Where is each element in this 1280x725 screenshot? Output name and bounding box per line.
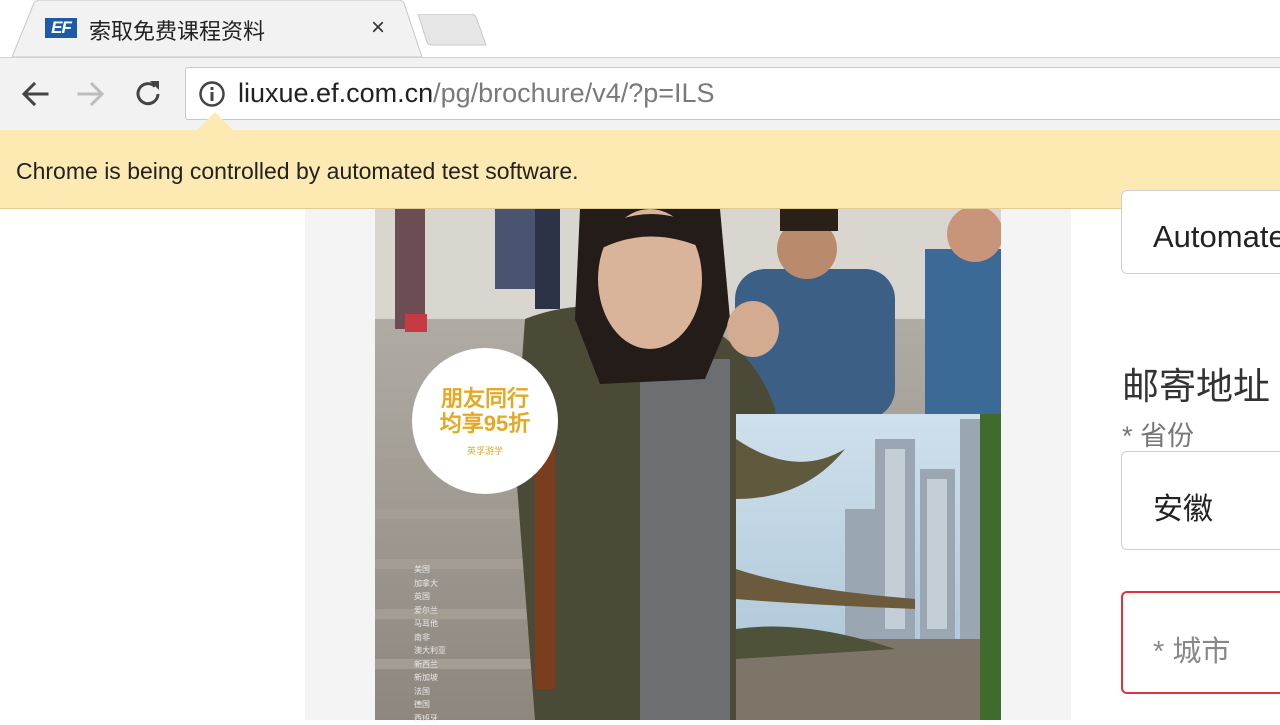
mailing-address-heading: 邮寄地址 bbox=[1122, 356, 1270, 410]
country-item: 新加坡 bbox=[414, 671, 464, 685]
address-bar[interactable]: liuxue.ef.com.cn/pg/brochure/v4/?p=ILS bbox=[185, 67, 1280, 120]
badge-line-1: 朋友同行 bbox=[412, 386, 558, 411]
country-item: 英国 bbox=[414, 590, 464, 604]
tab-title: 索取免费课程资料 bbox=[89, 14, 265, 46]
forward-arrow-icon[interactable] bbox=[73, 76, 109, 112]
infobar-message: Chrome is being controlled by automated … bbox=[16, 158, 579, 185]
tab-close-icon[interactable]: × bbox=[364, 14, 392, 42]
country-item: 澳大利亚 bbox=[414, 644, 464, 658]
badge-small-text: 英孚游学 bbox=[412, 444, 558, 457]
country-list: 美国 加拿大 英国 爱尔兰 马耳他 南非 澳大利亚 新西兰 新加坡 法国 德国 … bbox=[414, 563, 464, 725]
discount-badge: 朋友同行 均享95折 英孚游学 bbox=[412, 348, 558, 494]
url-text[interactable]: liuxue.ef.com.cn/pg/brochure/v4/?p=ILS bbox=[238, 78, 715, 109]
new-tab-button[interactable] bbox=[416, 14, 488, 46]
country-item: 爱尔兰 bbox=[414, 604, 464, 618]
site-info-icon[interactable] bbox=[198, 80, 226, 108]
reload-icon[interactable] bbox=[130, 76, 166, 112]
infobar-pointer bbox=[197, 112, 233, 130]
country-item: 法国 bbox=[414, 685, 464, 699]
country-item: 加拿大 bbox=[414, 577, 464, 591]
country-item: 美国 bbox=[414, 563, 464, 577]
country-item: 德国 bbox=[414, 698, 464, 712]
province-label: * 省份 bbox=[1122, 414, 1194, 453]
country-item: 新西兰 bbox=[414, 658, 464, 672]
city-input[interactable]: * 城市 bbox=[1121, 591, 1280, 694]
country-item: 马耳他 bbox=[414, 617, 464, 631]
browser-tab[interactable]: EF 索取免费课程资料 × bbox=[12, 0, 422, 57]
province-select[interactable]: 安徽 bbox=[1121, 451, 1280, 550]
url-host: liuxue.ef.com.cn bbox=[238, 78, 433, 108]
province-select-value: 安徽 bbox=[1153, 484, 1213, 528]
browser-toolbar: liuxue.ef.com.cn/pg/brochure/v4/?p=ILS bbox=[0, 57, 1280, 130]
automation-infobar: Chrome is being controlled by automated … bbox=[0, 130, 1280, 209]
ef-favicon-icon: EF bbox=[45, 18, 77, 38]
city-input-placeholder: * 城市 bbox=[1153, 628, 1230, 670]
badge-line-2: 均享95折 bbox=[412, 411, 558, 436]
country-item: 西班牙 bbox=[414, 712, 464, 725]
url-path: /pg/brochure/v4/?p=ILS bbox=[433, 78, 714, 108]
name-input-value: Automate bbox=[1153, 219, 1280, 255]
tab-strip: EF 索取免费课程资料 × bbox=[0, 0, 1280, 57]
country-item: 南非 bbox=[414, 631, 464, 645]
name-input[interactable]: Automate bbox=[1121, 190, 1280, 274]
back-arrow-icon[interactable] bbox=[17, 76, 53, 112]
